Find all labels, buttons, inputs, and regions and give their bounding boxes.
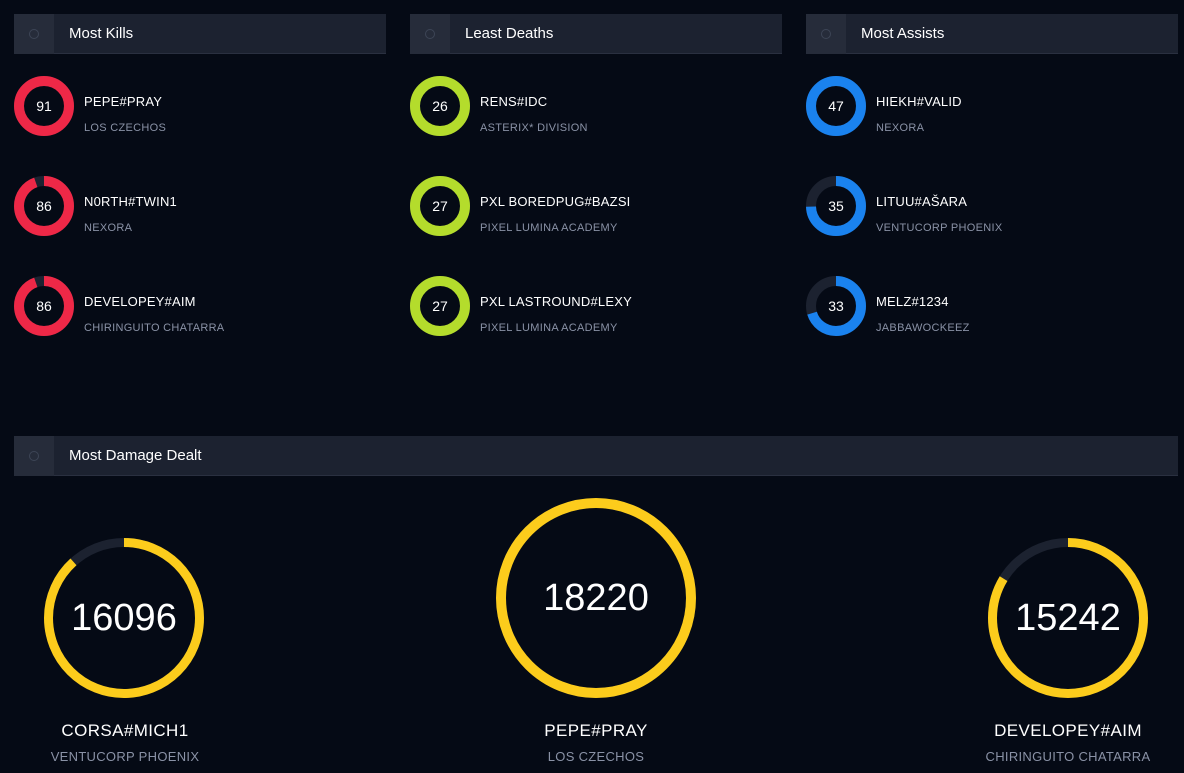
panel-title: Most Assists: [861, 25, 945, 42]
panel-header: Most Assists: [806, 13, 1178, 54]
player-name[interactable]: DEVELOPEY#AIM: [958, 721, 1178, 741]
team-name: PIXEL LUMINA ACADEMY: [480, 222, 618, 234]
player-name[interactable]: N0RTH#TWIN1: [84, 194, 177, 209]
damage-value: 18220: [543, 577, 649, 619]
least-deaths-panel: Least Deaths 26 RENS#IDC ASTERIX* DIVISI…: [410, 13, 782, 336]
stat-value: 27: [432, 198, 448, 214]
stat-value: 47: [828, 98, 844, 114]
stat-value: 33: [828, 298, 844, 314]
team-name: JABBAWOCKEEZ: [876, 322, 970, 334]
player-name[interactable]: CORSA#MICH1: [14, 721, 236, 741]
player-name[interactable]: HIEKH#VALID: [876, 94, 962, 109]
panel-header: Least Deaths: [410, 13, 782, 54]
stat-value: 86: [36, 198, 52, 214]
leader-entry[interactable]: 86 DEVELOPEY#AIM CHIRINGUITO CHATARRA: [14, 276, 384, 336]
team-name: VENTUCORP PHOENIX: [876, 222, 1003, 234]
circle-icon: [29, 28, 39, 39]
player-name[interactable]: LITUU#AŠARA: [876, 194, 967, 209]
leader-entry[interactable]: 86 N0RTH#TWIN1 NEXORA: [14, 176, 384, 236]
circle-icon: [821, 28, 831, 39]
most-damage-panel: Most Damage Dealt 16096 CORSA#MICH1 VENT…: [14, 435, 1178, 773]
leader-entry[interactable]: 26 RENS#IDC ASTERIX* DIVISION: [410, 76, 780, 136]
most-kills-panel: Most Kills 91 PEPE#PRAY LOS CZECHOS 86 N…: [14, 13, 386, 336]
damage-leader-entry[interactable]: 16096 CORSA#MICH1 VENTUCORP PHOENIX: [14, 436, 236, 773]
team-name: CHIRINGUITO CHATARRA: [84, 322, 225, 334]
panel-header: Most Kills: [14, 13, 386, 54]
panel-icon-box: [806, 13, 846, 54]
player-name[interactable]: DEVELOPEY#AIM: [84, 294, 196, 309]
stat-value: 91: [36, 98, 52, 114]
damage-value: 16096: [71, 597, 177, 639]
team-name: PIXEL LUMINA ACADEMY: [480, 322, 618, 334]
panel-icon-box: [410, 13, 450, 54]
team-name: NEXORA: [876, 122, 925, 134]
panel-title: Least Deaths: [465, 25, 554, 42]
team-name: NEXORA: [84, 222, 133, 234]
player-name[interactable]: PEPE#PRAY: [84, 94, 162, 109]
leader-entry[interactable]: 91 PEPE#PRAY LOS CZECHOS: [14, 76, 384, 136]
team-name: LOS CZECHOS: [547, 749, 645, 764]
leader-entry[interactable]: 33 MELZ#1234 JABBAWOCKEEZ: [806, 276, 1176, 336]
stat-value: 86: [36, 298, 52, 314]
player-name[interactable]: RENS#IDC: [480, 94, 547, 109]
panel-icon-box: [14, 13, 54, 54]
leader-entry[interactable]: 27 PXL LASTROUND#LEXY PIXEL LUMINA ACADE…: [410, 276, 780, 336]
stats-dashboard: Most Kills 91 PEPE#PRAY LOS CZECHOS 86 N…: [0, 0, 1184, 773]
player-name[interactable]: MELZ#1234: [876, 294, 949, 309]
team-name: CHIRINGUITO CHATARRA: [985, 749, 1151, 764]
player-name[interactable]: PEPE#PRAY: [486, 721, 706, 741]
damage-leader-entry[interactable]: 15242 DEVELOPEY#AIM CHIRINGUITO CHATARRA: [958, 436, 1178, 773]
damage-leader-entry[interactable]: 18220 PEPE#PRAY LOS CZECHOS: [486, 436, 706, 773]
player-name[interactable]: PXL LASTROUND#LEXY: [480, 294, 632, 309]
circle-icon: [425, 28, 435, 39]
leader-entry[interactable]: 27 PXL BOREDPUG#BAZSI PIXEL LUMINA ACADE…: [410, 176, 780, 236]
team-name: ASTERIX* DIVISION: [480, 122, 588, 134]
stat-value: 26: [432, 98, 448, 114]
team-name: VENTUCORP PHOENIX: [50, 749, 200, 764]
leader-entry[interactable]: 47 HIEKH#VALID NEXORA: [806, 76, 1176, 136]
player-name[interactable]: PXL BOREDPUG#BAZSI: [480, 194, 631, 209]
most-assists-panel: Most Assists 47 HIEKH#VALID NEXORA 35 LI…: [806, 13, 1178, 336]
panel-title: Most Kills: [69, 25, 134, 42]
stat-value: 27: [432, 298, 448, 314]
damage-value: 15242: [1015, 597, 1121, 639]
team-name: LOS CZECHOS: [84, 122, 167, 134]
leader-entry[interactable]: 35 LITUU#AŠARA VENTUCORP PHOENIX: [806, 176, 1176, 236]
stat-value: 35: [828, 198, 844, 214]
